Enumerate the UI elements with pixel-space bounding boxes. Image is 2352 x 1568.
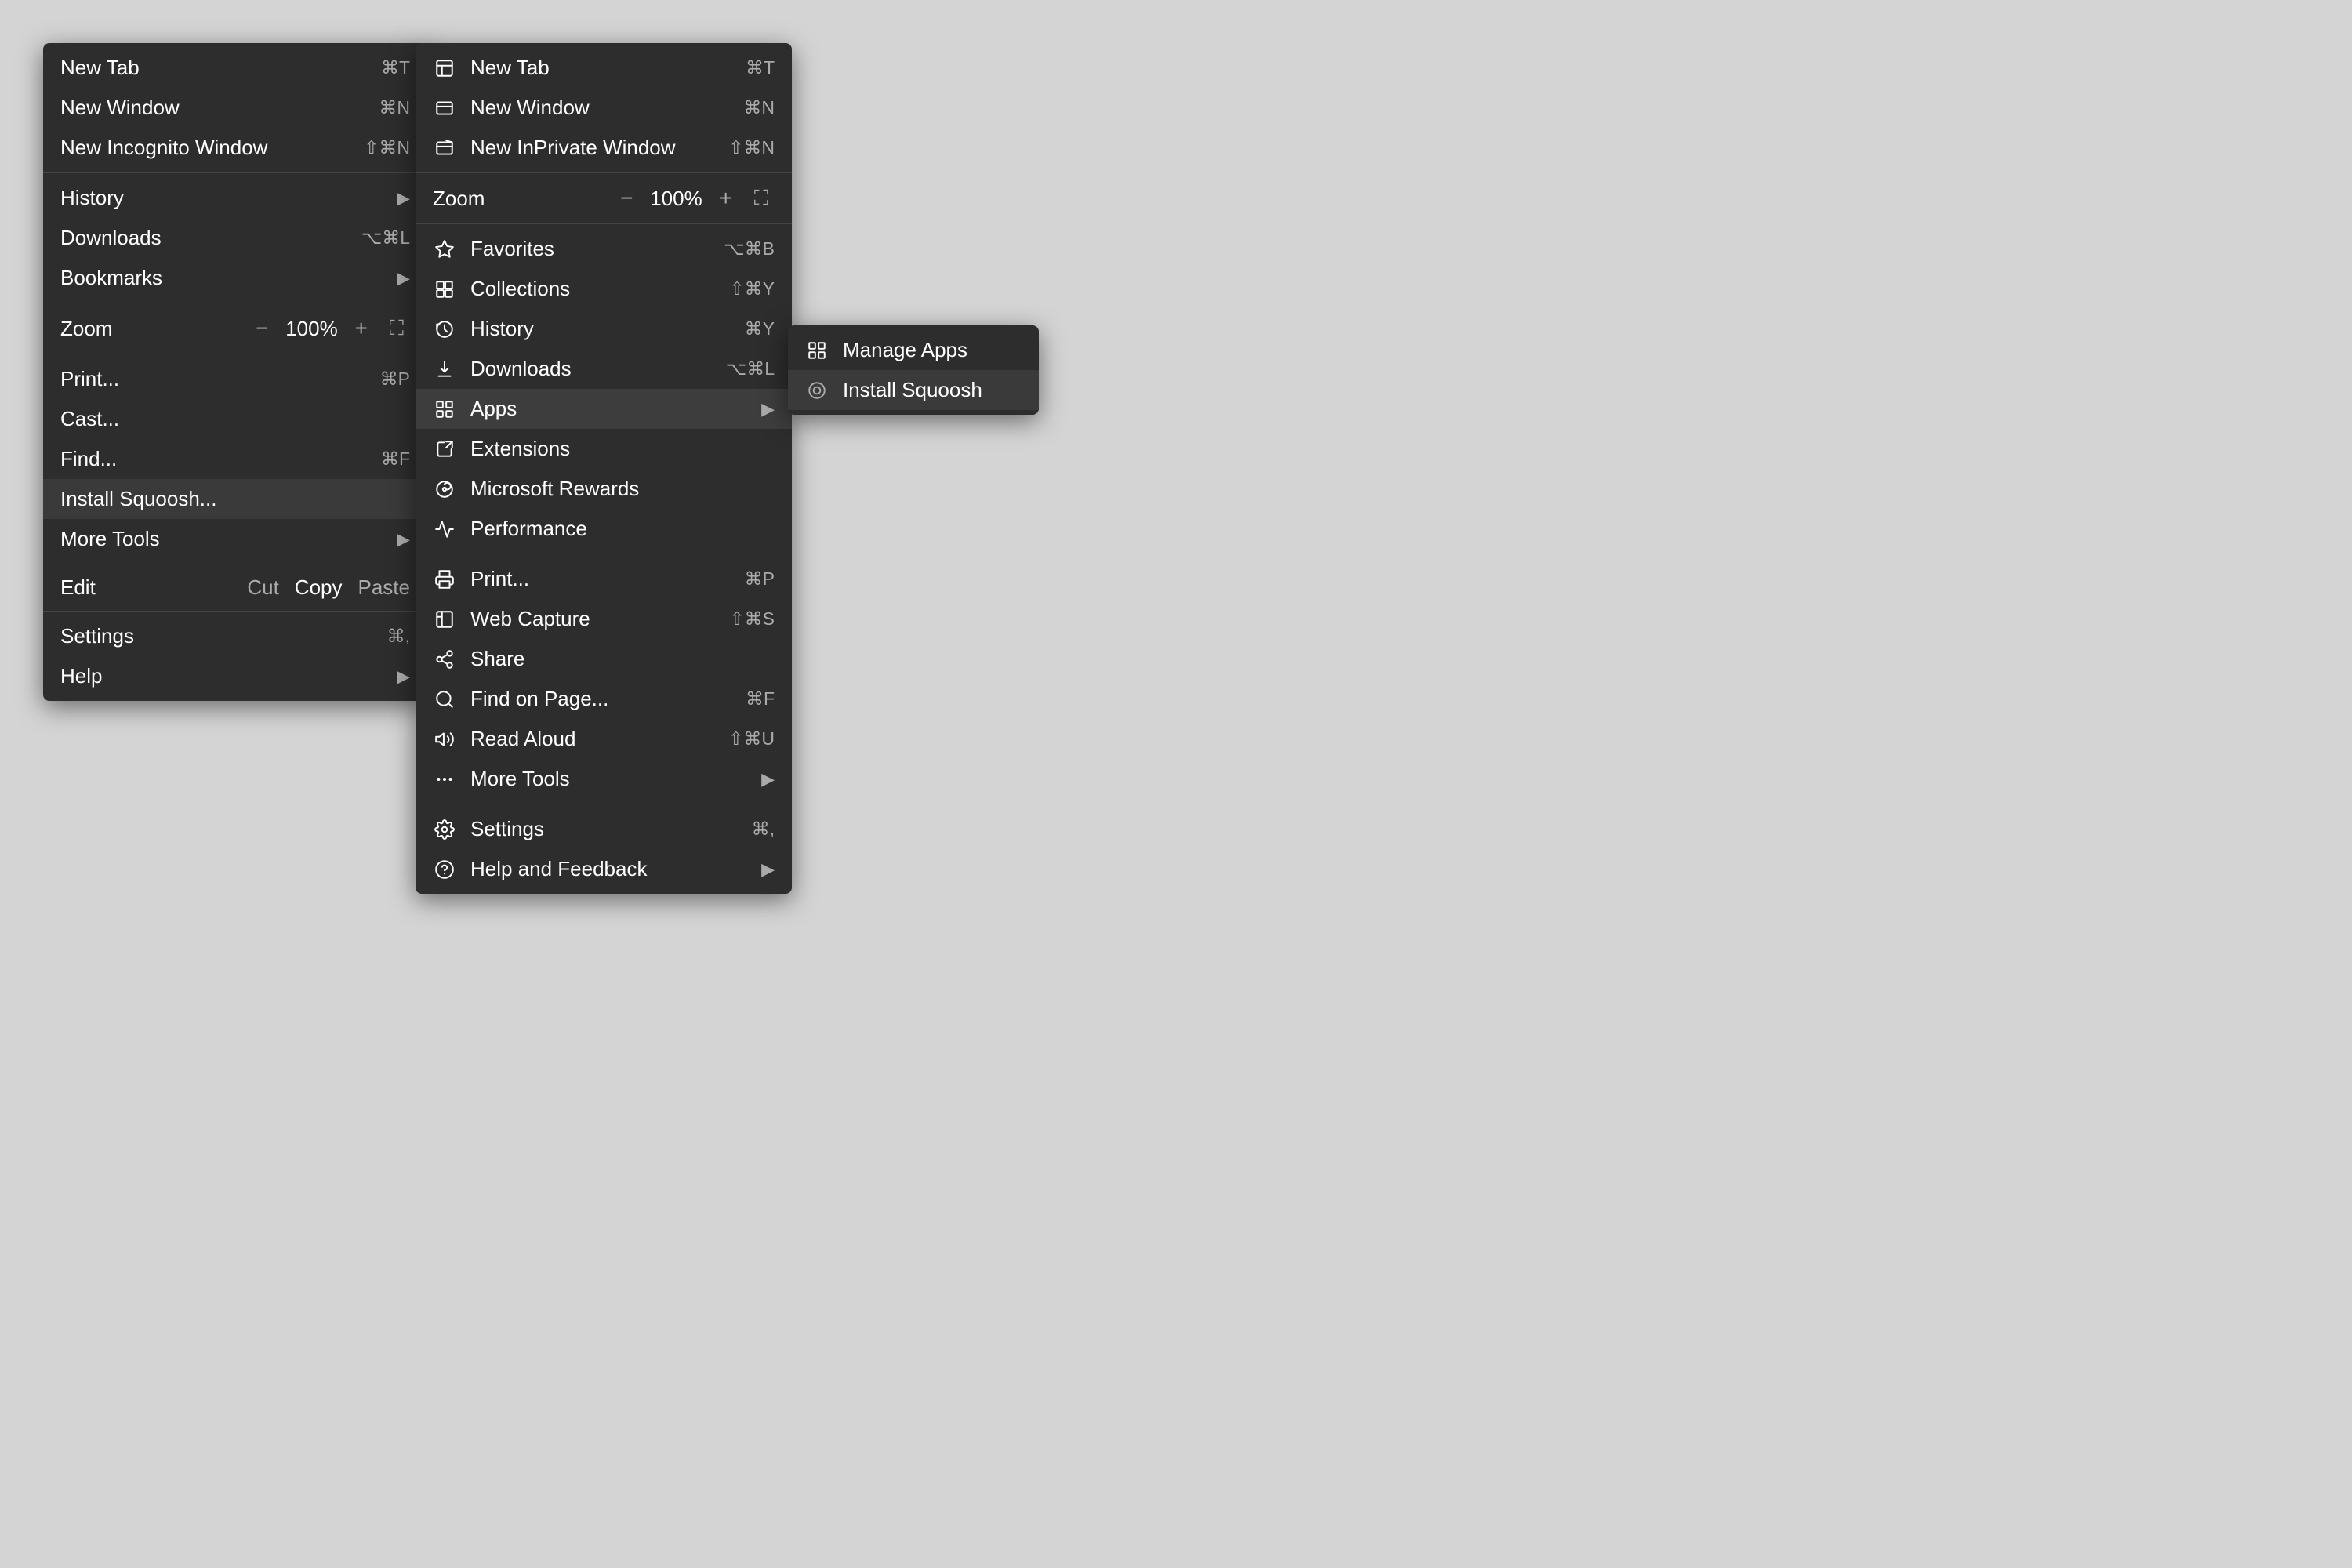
- paste-button[interactable]: Paste: [358, 575, 411, 600]
- menu-item-microsoft-rewards[interactable]: Microsoft Rewards: [416, 469, 792, 509]
- history-icon: [433, 318, 456, 341]
- divider: [416, 172, 792, 173]
- zoom-increase-button[interactable]: +: [713, 184, 738, 212]
- menu-item-new-window[interactable]: New Window ⌘N: [43, 88, 427, 128]
- rewards-icon: [433, 477, 456, 501]
- menu-item-more-tools[interactable]: More Tools ▶: [416, 759, 792, 799]
- menu-item-help[interactable]: Help ▶: [43, 656, 427, 696]
- menu-item-find[interactable]: Find... ⌘F: [43, 439, 427, 479]
- menu-item-downloads[interactable]: Downloads ⌥⌘L: [43, 218, 427, 258]
- readaloud-icon: [433, 728, 456, 751]
- webcapture-icon: [433, 608, 456, 631]
- find-icon: [433, 688, 456, 711]
- menu-item-settings[interactable]: Settings ⌘,: [43, 616, 427, 656]
- menu-item-new-incognito[interactable]: New Incognito Window ⇧⌘N: [43, 128, 427, 168]
- zoom-fullscreen-button[interactable]: ⛶: [383, 314, 410, 343]
- squoosh-icon: [805, 379, 829, 402]
- menu-item-install-squoosh[interactable]: Install Squoosh: [788, 370, 1039, 410]
- divider: [416, 223, 792, 224]
- zoom-decrease-button[interactable]: −: [249, 314, 274, 343]
- menu-item-share[interactable]: Share: [416, 639, 792, 679]
- zoom-control: Zoom − 100% + ⛶: [416, 178, 792, 219]
- menu-item-collections[interactable]: Collections ⇧⌘Y: [416, 269, 792, 309]
- print-icon: [433, 568, 456, 591]
- favorites-icon: [433, 238, 456, 261]
- share-icon: [433, 648, 456, 671]
- zoom-fullscreen-button[interactable]: ⛶: [748, 184, 775, 212]
- menu-item-manage-apps[interactable]: Manage Apps: [788, 330, 1039, 370]
- menu-item-new-tab[interactable]: New Tab ⌘T: [43, 48, 427, 88]
- help-icon: [433, 858, 456, 881]
- downloads-icon: [433, 358, 456, 381]
- moretools-icon: [433, 768, 456, 791]
- edit-row: Edit Cut Copy Paste: [43, 569, 427, 606]
- menu-item-performance[interactable]: Performance: [416, 509, 792, 549]
- menu-item-new-inprivate[interactable]: New InPrivate Window ⇧⌘N: [416, 128, 792, 168]
- edge-context-menu[interactable]: New Tab ⌘T New Window ⌘N New InPrivate W…: [416, 43, 792, 894]
- menu-item-new-tab[interactable]: New Tab ⌘T: [416, 48, 792, 88]
- menu-item-history[interactable]: History ▶: [43, 178, 427, 218]
- menu-item-find-on-page[interactable]: Find on Page... ⌘F: [416, 679, 792, 719]
- menu-item-settings[interactable]: Settings ⌘,: [416, 809, 792, 849]
- menu-item-web-capture[interactable]: Web Capture ⇧⌘S: [416, 599, 792, 639]
- divider: [43, 611, 427, 612]
- menu-item-favorites[interactable]: Favorites ⌥⌘B: [416, 229, 792, 269]
- menu-item-print[interactable]: Print... ⌘P: [416, 559, 792, 599]
- menu-item-help-feedback[interactable]: Help and Feedback ▶: [416, 849, 792, 889]
- zoom-control: Zoom − 100% + ⛶: [43, 308, 427, 349]
- menu-item-history[interactable]: History ⌘Y: [416, 309, 792, 349]
- chrome-context-menu[interactable]: New Tab ⌘T New Window ⌘N New Incognito W…: [43, 43, 427, 701]
- apps-submenu[interactable]: Manage Apps Install Squoosh: [788, 325, 1039, 415]
- menu-item-print[interactable]: Print... ⌘P: [43, 359, 427, 399]
- manage-apps-icon: [805, 339, 829, 362]
- divider: [43, 172, 427, 173]
- menu-item-apps[interactable]: Apps ▶: [416, 389, 792, 429]
- new-tab-icon: [433, 56, 456, 80]
- new-window-icon: [433, 96, 456, 120]
- menu-item-extensions[interactable]: Extensions: [416, 429, 792, 469]
- menu-item-bookmarks[interactable]: Bookmarks ▶: [43, 258, 427, 298]
- menu-item-new-window[interactable]: New Window ⌘N: [416, 88, 792, 128]
- copy-button[interactable]: Copy: [295, 575, 343, 600]
- inprivate-icon: [433, 136, 456, 160]
- extensions-icon: [433, 437, 456, 461]
- menu-item-downloads[interactable]: Downloads ⌥⌘L: [416, 349, 792, 389]
- apps-icon: [433, 397, 456, 421]
- performance-icon: [433, 517, 456, 541]
- collections-icon: [433, 278, 456, 301]
- zoom-decrease-button[interactable]: −: [614, 184, 639, 212]
- menu-item-cast[interactable]: Cast...: [43, 399, 427, 439]
- menu-item-more-tools[interactable]: More Tools ▶: [43, 519, 427, 559]
- settings-icon: [433, 818, 456, 841]
- zoom-increase-button[interactable]: +: [348, 314, 373, 343]
- menu-item-read-aloud[interactable]: Read Aloud ⇧⌘U: [416, 719, 792, 759]
- cut-button[interactable]: Cut: [247, 575, 278, 600]
- menu-item-install-squoosh[interactable]: Install Squoosh...: [43, 479, 427, 519]
